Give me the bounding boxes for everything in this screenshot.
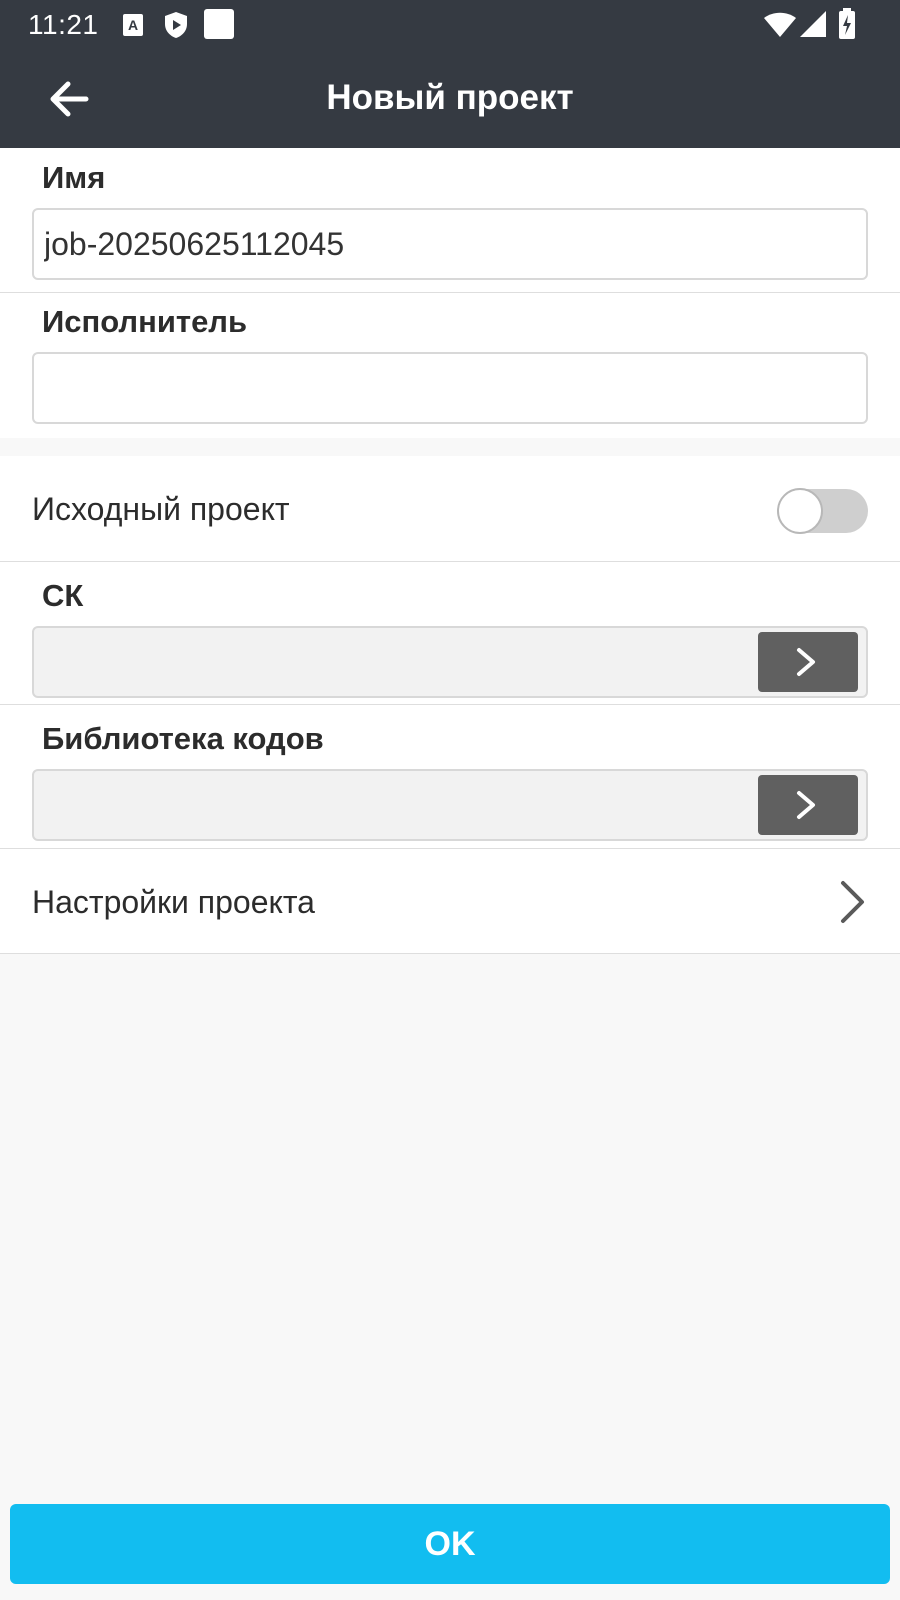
code-library-label: Библиотека кодов (42, 721, 324, 756)
sk-label: СК (42, 578, 84, 613)
status-time: 11:21 (28, 9, 99, 40)
code-library-select-button[interactable] (758, 775, 858, 835)
wifi-icon (764, 12, 796, 43)
source-project-toggle[interactable] (777, 488, 868, 534)
source-project-row: Исходный проект (0, 456, 900, 562)
executor-label: Исполнитель (42, 304, 248, 339)
name-label: Имя (42, 160, 106, 195)
white-square-icon (204, 9, 234, 44)
code-library-select-field[interactable] (32, 769, 868, 841)
ok-button[interactable]: OK (10, 1504, 890, 1584)
battery-charging-icon (838, 8, 856, 45)
chevron-right-icon (841, 881, 864, 923)
svg-text:A: A (128, 17, 138, 33)
chevron-right-icon (797, 648, 815, 676)
app-bar: Новый проект (0, 50, 900, 148)
toggle-knob (777, 488, 823, 534)
sk-select-field[interactable] (32, 626, 868, 698)
sk-section: СК (0, 562, 900, 705)
shield-play-icon (164, 11, 188, 44)
name-input[interactable] (32, 208, 868, 280)
sk-select-button[interactable] (758, 632, 858, 692)
text-a-icon: A (122, 13, 144, 42)
name-executor-section: Имя Исполнитель (0, 148, 900, 438)
divider (0, 953, 900, 954)
page-title: Новый проект (326, 78, 574, 117)
source-project-label: Исходный проект (32, 491, 290, 527)
divider (0, 292, 900, 293)
project-settings-row[interactable]: Настройки проекта (0, 849, 900, 954)
project-settings-label: Настройки проекта (32, 884, 315, 920)
form: Имя Исполнитель Исходный проект СК Библи… (0, 148, 900, 954)
signal-icon (800, 11, 826, 42)
code-library-section: Библиотека кодов (0, 705, 900, 849)
executor-input[interactable] (32, 352, 868, 424)
status-bar: 11:21 A (0, 0, 900, 50)
chevron-right-icon (797, 791, 815, 819)
